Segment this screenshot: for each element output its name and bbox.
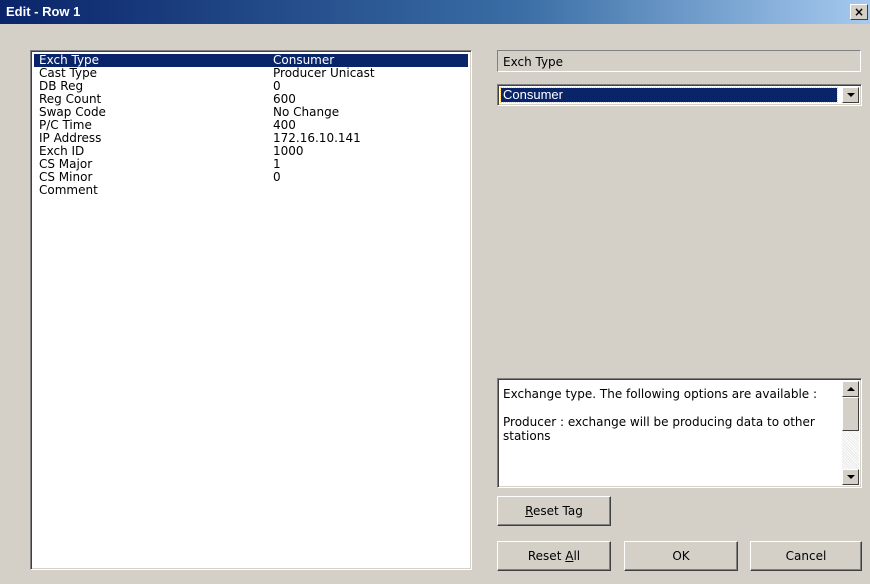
scroll-thumb[interactable]	[842, 397, 859, 431]
parameter-list[interactable]: Exch Type Consumer Cast Type Producer Unica…	[30, 50, 472, 570]
parameter-row[interactable]: CS Major 1	[34, 158, 468, 171]
parameter-row[interactable]: Swap Code No Change	[34, 106, 468, 119]
arrow-down-icon	[847, 475, 855, 479]
reset-all-button[interactable]: Reset All	[497, 541, 611, 571]
title-bar: Edit - Row 1 ×	[0, 0, 870, 24]
parameter-row[interactable]: Cast Type Producer Unicast	[34, 67, 468, 80]
cancel-button[interactable]: Cancel	[750, 541, 862, 571]
ok-button[interactable]: OK	[624, 541, 738, 571]
dropdown-selected-value: Consumer	[500, 87, 838, 103]
reset-all-rest: ll	[573, 549, 581, 563]
parameter-value: 0	[273, 170, 281, 184]
reset-tag-mnemonic: R	[525, 504, 533, 518]
reset-all-prefix: Reset	[527, 549, 566, 563]
field-name-label: Exch Type	[497, 50, 861, 72]
parameter-row[interactable]: Comment	[34, 184, 468, 197]
help-scrollbar[interactable]	[842, 381, 859, 485]
scroll-down-button[interactable]	[842, 469, 859, 485]
parameter-row[interactable]: IP Address 172.16.10.141	[34, 132, 468, 145]
close-button[interactable]: ×	[850, 4, 868, 20]
parameter-name: Comment	[39, 183, 98, 197]
parameter-row[interactable]: Exch ID 1000	[34, 145, 468, 158]
reset-tag-rest: eset Tag	[532, 504, 583, 518]
value-dropdown[interactable]: Consumer	[497, 84, 862, 106]
parameter-row[interactable]: CS Minor 0	[34, 171, 468, 184]
arrow-up-icon	[847, 387, 855, 391]
parameter-value: Producer Unicast	[273, 66, 375, 80]
help-text-box: Exchange type. The following options are…	[497, 378, 862, 488]
dropdown-button[interactable]	[842, 87, 859, 103]
help-text: Exchange type. The following options are…	[503, 387, 818, 443]
reset-tag-button[interactable]: Reset Tag	[497, 496, 611, 526]
window-title: Edit - Row 1	[6, 4, 81, 19]
parameter-row[interactable]: Exch Type Consumer	[34, 54, 468, 67]
scroll-up-button[interactable]	[842, 381, 859, 397]
parameter-rows: Exch Type Consumer Cast Type Producer Unica…	[34, 54, 468, 197]
chevron-down-icon	[847, 93, 855, 97]
